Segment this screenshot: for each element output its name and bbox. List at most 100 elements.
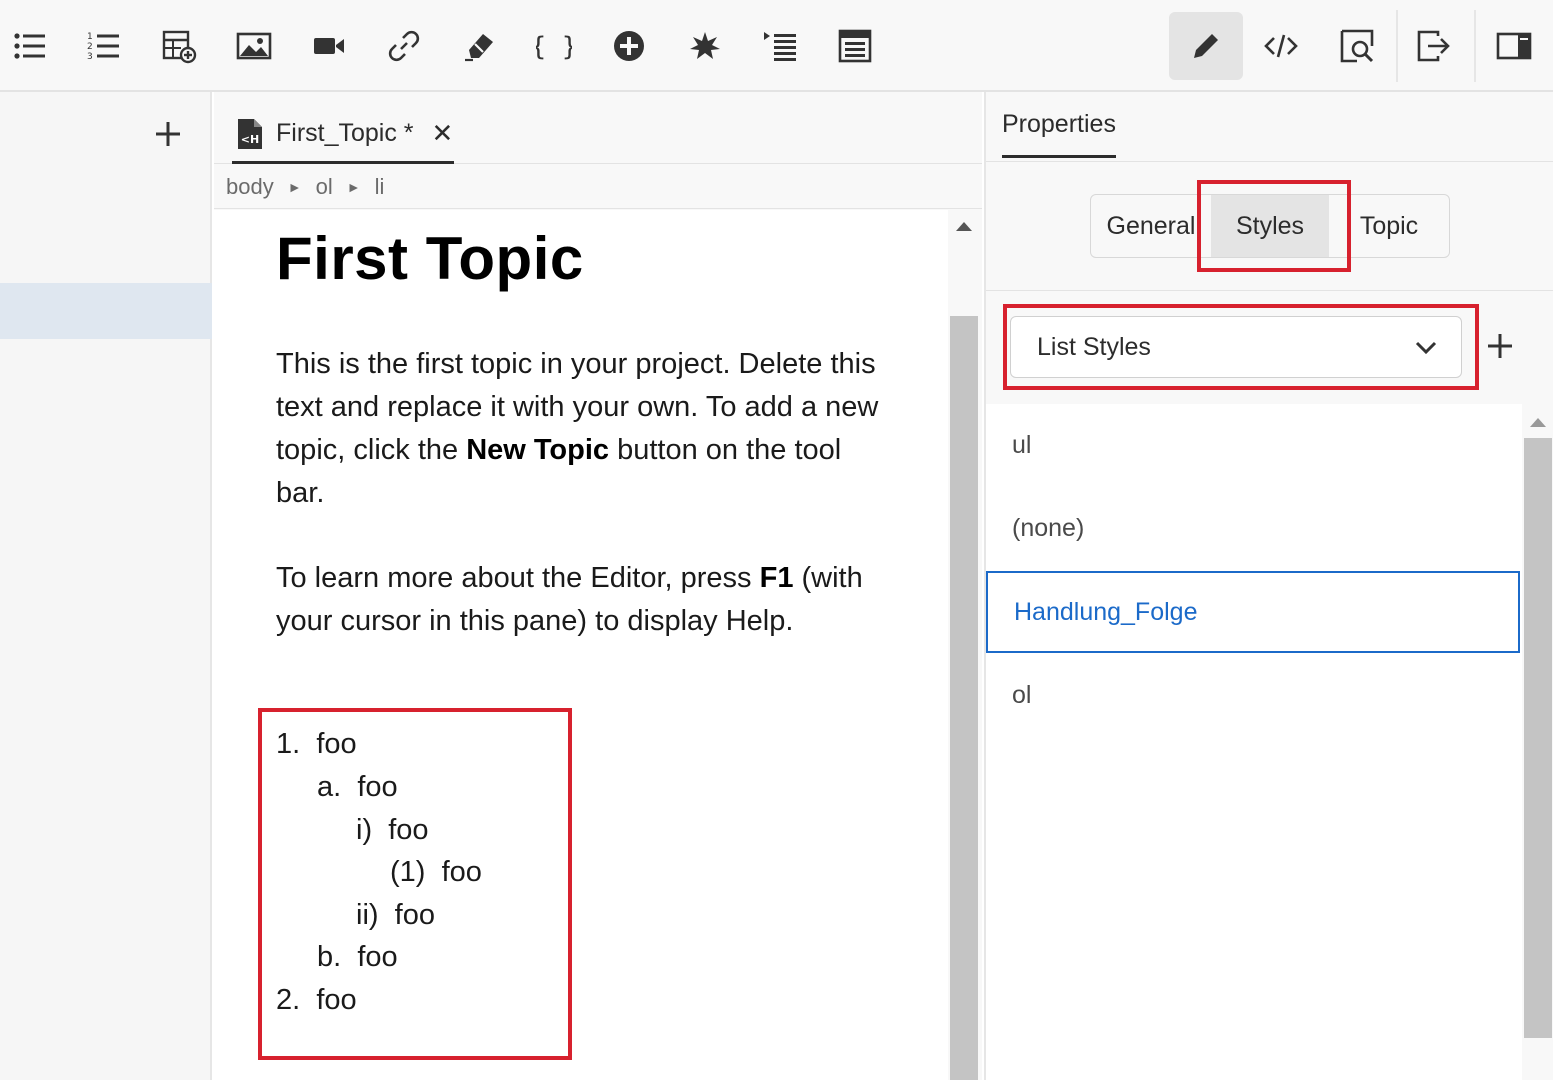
eraser-button[interactable]	[449, 12, 509, 80]
plus-icon	[156, 122, 180, 146]
breadcrumb-item-ol[interactable]: ol	[316, 174, 333, 200]
breadcrumb-item-li[interactable]: li	[375, 174, 385, 200]
insert-image-icon	[236, 32, 272, 60]
editor-pane: <H First_Topic * ✕ body ► ol ► li First …	[214, 92, 982, 1080]
outdent-button[interactable]	[750, 12, 810, 80]
scrollbar-thumb[interactable]	[1524, 438, 1552, 1038]
asterisk-icon	[690, 32, 720, 59]
list-item-text: foo	[357, 771, 398, 803]
list-item-text: foo	[441, 856, 482, 888]
paragraph-bold-text: New Topic	[466, 434, 610, 466]
html-file-icon: <H	[238, 118, 262, 149]
topic-title[interactable]: First Topic	[276, 224, 584, 293]
help-paragraph[interactable]: To learn more about the Editor, press F1…	[276, 557, 896, 643]
edit-mode-button[interactable]	[1169, 12, 1243, 80]
numbered-list-button[interactable]: 123	[74, 12, 134, 80]
list-marker: (1)	[390, 856, 426, 888]
styles-tab-highlight	[1197, 180, 1351, 272]
close-tab-icon[interactable]: ✕	[432, 118, 454, 149]
list-marker: 2.	[276, 984, 301, 1016]
divider	[986, 290, 1553, 291]
dropdown-highlight	[1003, 304, 1479, 390]
list-marker: 1.	[276, 728, 301, 760]
breadcrumb-separator: ►	[287, 178, 302, 195]
insert-table-icon	[162, 30, 197, 64]
list-marker: a.	[317, 771, 342, 803]
paragraph-text: To learn more about the Editor, press	[276, 562, 760, 594]
svg-text:1: 1	[87, 32, 93, 42]
toolbar: 123 { }	[0, 0, 1553, 92]
document-tab[interactable]: <H First_Topic * ✕	[232, 106, 454, 164]
left-pane	[0, 92, 212, 1080]
insert-table-button[interactable]	[149, 12, 209, 80]
list-marker: b.	[317, 941, 342, 973]
style-item-handlung-folge[interactable]: Handlung_Folge	[986, 571, 1520, 653]
outdent-icon	[764, 32, 796, 61]
breadcrumb: body ► ol ► li	[214, 165, 982, 209]
scroll-up-icon[interactable]	[1530, 418, 1546, 427]
list-item-text: foo	[388, 814, 429, 846]
svg-text:3: 3	[87, 52, 93, 62]
list-marker: i)	[356, 814, 373, 846]
list-item[interactable]: a. foo	[317, 771, 398, 804]
list-item[interactable]: (1) foo	[390, 856, 482, 889]
pencil-icon	[1194, 34, 1218, 58]
bulleted-list-button[interactable]	[0, 12, 60, 80]
eraser-icon	[465, 34, 493, 62]
preview-button[interactable]	[1327, 12, 1387, 80]
insert-video-button[interactable]	[299, 12, 359, 80]
add-topic-button[interactable]	[148, 114, 188, 154]
text-block-button[interactable]	[825, 12, 885, 80]
add-style-button[interactable]	[1482, 328, 1518, 364]
list-item[interactable]: i) foo	[356, 814, 429, 847]
insert-image-button[interactable]	[224, 12, 284, 80]
style-list: ul (none) Handlung_Folge ol	[986, 404, 1522, 1080]
properties-header: Properties	[986, 92, 1553, 162]
add-circle-button[interactable]	[599, 12, 659, 80]
code-braces-button[interactable]: { }	[524, 12, 584, 80]
list-item[interactable]: 2. foo	[276, 984, 357, 1017]
list-marker: ii)	[356, 899, 379, 931]
scroll-up-icon[interactable]	[956, 222, 972, 231]
style-list-scrollbar[interactable]	[1522, 404, 1553, 1080]
toolbar-separator	[1474, 10, 1476, 82]
document-tabbar: <H First_Topic * ✕	[214, 92, 982, 164]
code-view-button[interactable]	[1251, 12, 1311, 80]
document-tab-label: First_Topic *	[276, 119, 414, 147]
tab-properties[interactable]: Properties	[1002, 110, 1116, 158]
export-icon	[1417, 30, 1450, 62]
insert-video-icon	[314, 38, 344, 54]
style-item-ul[interactable]: ul	[986, 404, 1522, 486]
editor-scrollbar[interactable]	[948, 210, 982, 1080]
list-item-text: foo	[357, 941, 398, 973]
list-item-text: foo	[394, 899, 435, 931]
intro-paragraph[interactable]: This is the first topic in your project.…	[276, 343, 896, 515]
svg-text:2: 2	[87, 42, 93, 52]
scrollbar-thumb[interactable]	[950, 316, 978, 1080]
breadcrumb-separator: ►	[346, 178, 361, 195]
style-item-ol[interactable]: ol	[986, 654, 1522, 736]
insert-link-icon	[388, 30, 420, 62]
panel-toggle-icon	[1496, 32, 1532, 60]
list-item[interactable]: 1. foo	[276, 728, 357, 761]
style-item-none[interactable]: (none)	[986, 487, 1522, 569]
tab-general[interactable]: General	[1091, 195, 1211, 257]
bulleted-list-icon	[14, 33, 45, 59]
code-view-icon	[1264, 34, 1298, 58]
document-content[interactable]: First Topic This is the first topic in y…	[214, 210, 948, 1080]
toolbar-separator	[1396, 10, 1398, 82]
list-item[interactable]: ii) foo	[356, 899, 435, 932]
svg-text:<H: <H	[241, 133, 259, 146]
asterisk-button[interactable]	[675, 12, 735, 80]
breadcrumb-item-body[interactable]: body	[226, 174, 274, 200]
list-item-text: foo	[316, 984, 357, 1016]
selected-topic-row[interactable]	[0, 283, 212, 339]
insert-link-button[interactable]	[374, 12, 434, 80]
paragraph-bold-text: F1	[759, 562, 794, 594]
panel-toggle-button[interactable]	[1484, 12, 1544, 80]
list-item[interactable]: b. foo	[317, 941, 398, 974]
numbered-list-icon: 123	[87, 32, 119, 62]
text-block-icon	[838, 29, 872, 63]
export-button[interactable]	[1404, 12, 1464, 80]
code-braces-icon: { }	[536, 32, 572, 62]
